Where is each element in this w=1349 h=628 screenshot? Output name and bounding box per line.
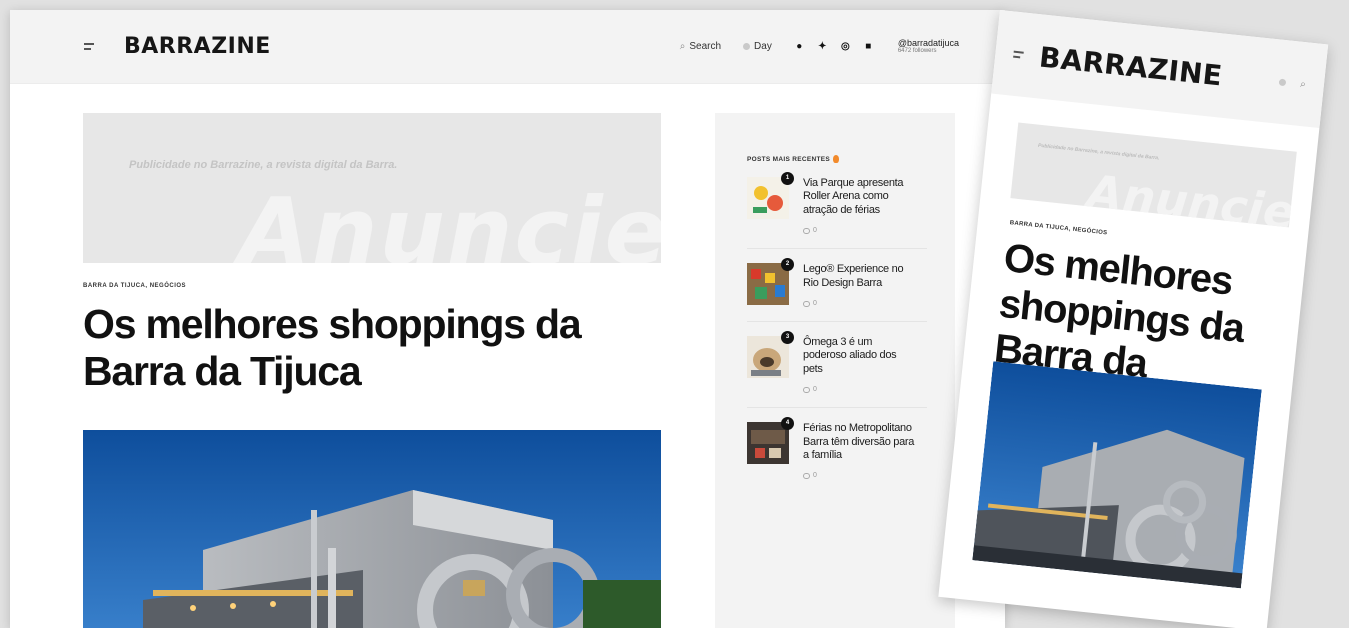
post-title[interactable]: Ômega 3 é um poderoso aliado dos pets xyxy=(803,336,915,376)
fire-icon xyxy=(833,155,839,163)
post-rank-badge: 1 xyxy=(781,172,794,185)
post-title[interactable]: Férias no Metropolitano Barra têm divers… xyxy=(803,422,915,462)
sidebar-title-text: POSTS MAIS RECENTES xyxy=(747,155,830,163)
sun-icon xyxy=(743,42,751,50)
social-links: ● ✦ ◎ ■ xyxy=(794,41,874,52)
sun-icon[interactable] xyxy=(1279,78,1287,86)
mobile-header-icons: ⌕ xyxy=(1279,76,1307,90)
comment-count: 0 xyxy=(813,227,817,235)
ad-big-word: Anuncie xyxy=(238,178,661,263)
post-title[interactable]: Via Parque apresenta Roller Arena como a… xyxy=(803,177,915,217)
post-thumbnail[interactable]: 4 xyxy=(747,417,794,465)
search-icon[interactable]: ⌕ xyxy=(1300,78,1307,90)
twitter-icon[interactable]: ✦ xyxy=(817,41,828,52)
mobile-ad-tagline: Publicidade no Barrazine, a revista digi… xyxy=(1037,142,1160,162)
comment-count: 0 xyxy=(813,386,817,394)
mobile-ad-big-word: Anuncie xyxy=(1084,164,1297,228)
article-main: Publicidade no Barrazine, a revista digi… xyxy=(83,113,661,628)
search-icon: ⌕ xyxy=(679,40,686,52)
mobile-site-logo[interactable]: BARRAZINE xyxy=(1038,40,1224,92)
article-category[interactable]: BARRA DA TIJUCA, NEGÓCIOS xyxy=(83,283,661,289)
site-header: BARRAZINE ⌕ Search Day ● ✦ ◎ ■ @barradat… xyxy=(10,10,1005,84)
handle-name: @barradatijuca xyxy=(897,37,959,48)
post-thumbnail[interactable]: 2 xyxy=(747,258,794,306)
comment-icon xyxy=(803,386,810,393)
day-mode-toggle[interactable]: Day xyxy=(743,41,772,52)
menu-icon[interactable] xyxy=(1013,50,1024,58)
article-title: Os melhores shoppings da Barra da Tijuca xyxy=(83,301,582,394)
desktop-screen: BARRAZINE ⌕ Search Day ● ✦ ◎ ■ @barradat… xyxy=(10,10,1005,628)
sidebar-title: POSTS MAIS RECENTES xyxy=(747,155,955,163)
shopping-building-illustration xyxy=(83,430,661,628)
mobile-header: BARRAZINE ⌕ xyxy=(991,10,1329,129)
ad-tagline: Publicidade no Barrazine, a revista digi… xyxy=(129,159,398,171)
day-label: Day xyxy=(754,40,772,52)
comment-count: 0 xyxy=(813,300,817,308)
site-logo[interactable]: BARRAZINE xyxy=(124,34,271,59)
post-comments[interactable]: 0 xyxy=(803,227,915,234)
recent-post-item[interactable]: 1 Via Parque apresenta Roller Arena como… xyxy=(747,172,927,250)
post-body: Férias no Metropolitano Barra têm divers… xyxy=(803,422,915,479)
search-label: Search xyxy=(689,40,722,52)
instagram-icon[interactable]: ◎ xyxy=(840,41,851,52)
comment-icon xyxy=(803,472,810,479)
followers-count: 6472 followers xyxy=(897,48,937,55)
recent-post-item[interactable]: 4 Férias no Metropolitano Barra têm dive… xyxy=(747,417,927,493)
comment-icon xyxy=(803,300,810,307)
post-comments[interactable]: 0 xyxy=(803,300,915,307)
post-body: Ômega 3 é um poderoso aliado dos pets 0 xyxy=(803,336,915,393)
post-thumbnail[interactable]: 1 xyxy=(747,172,794,219)
recent-posts-sidebar: POSTS MAIS RECENTES 1 Via Parque apresen… xyxy=(715,113,955,628)
post-body: Lego® Experience no Rio Design Barra 0 xyxy=(803,263,915,307)
mobile-ad-banner[interactable]: Publicidade no Barrazine, a revista digi… xyxy=(1010,122,1297,228)
search-button[interactable]: ⌕ Search xyxy=(680,41,721,52)
post-comments[interactable]: 0 xyxy=(803,472,915,479)
ad-banner[interactable]: Publicidade no Barrazine, a revista digi… xyxy=(83,113,661,263)
mobile-hero-image xyxy=(972,361,1262,589)
youtube-icon[interactable]: ■ xyxy=(863,41,874,52)
post-body: Via Parque apresenta Roller Arena como a… xyxy=(803,177,915,234)
post-title[interactable]: Lego® Experience no Rio Design Barra xyxy=(803,263,915,290)
post-comments[interactable]: 0 xyxy=(803,386,915,393)
social-handle[interactable]: @barradatijuca 6472 followers xyxy=(898,38,959,56)
post-rank-badge: 3 xyxy=(781,331,794,345)
post-thumbnail[interactable]: 3 xyxy=(747,331,794,379)
recent-post-item[interactable]: 2 Lego® Experience no Rio Design Barra 0 xyxy=(747,258,927,323)
post-rank-badge: 2 xyxy=(781,258,794,272)
recent-post-item[interactable]: 3 Ômega 3 é um poderoso aliado dos pets … xyxy=(747,331,927,409)
header-nav: ⌕ Search Day ● ✦ ◎ ■ @barradatijuca 6472… xyxy=(680,38,959,56)
comment-count: 0 xyxy=(813,472,817,480)
mobile-screen: BARRAZINE ⌕ Publicidade no Barrazine, a … xyxy=(938,10,1329,628)
hero-image xyxy=(83,430,661,628)
post-rank-badge: 4 xyxy=(781,417,794,431)
github-icon[interactable]: ● xyxy=(794,41,805,52)
mobile-building-illustration xyxy=(972,361,1262,589)
menu-icon[interactable] xyxy=(84,43,94,50)
comment-icon xyxy=(803,227,810,234)
